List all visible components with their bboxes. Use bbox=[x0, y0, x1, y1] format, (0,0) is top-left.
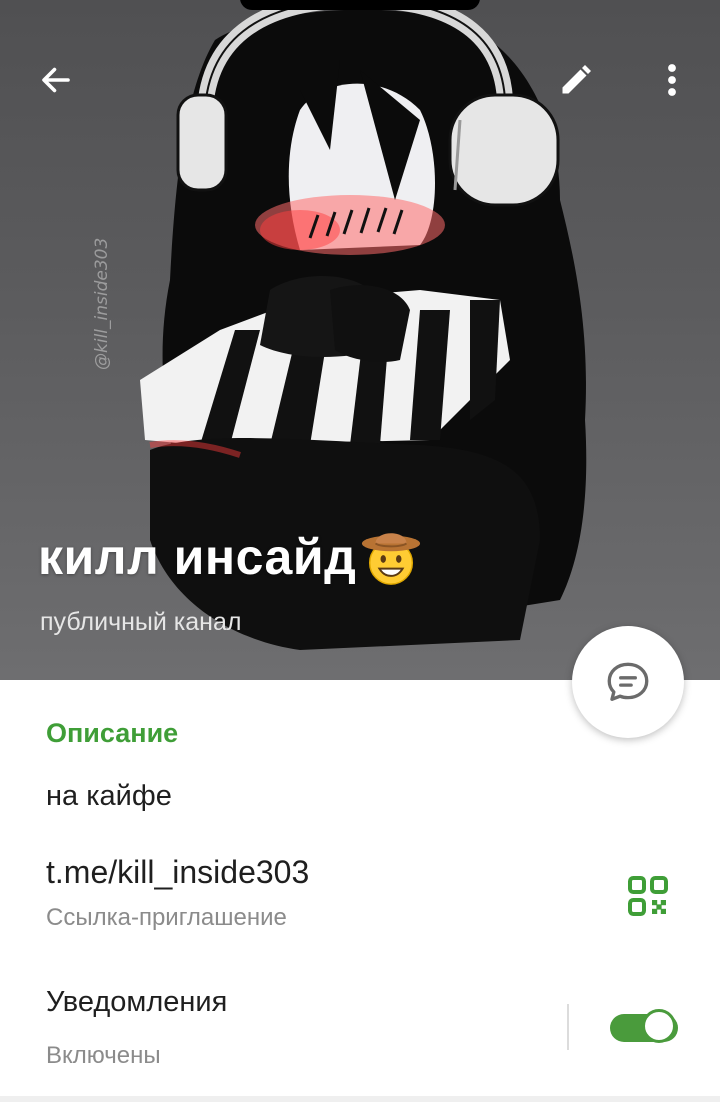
notifications-title: Уведомления bbox=[46, 986, 228, 1018]
notifications-row[interactable]: Уведомления Включены bbox=[0, 982, 720, 1092]
edit-pencil-icon bbox=[562, 65, 591, 94]
qr-code-button[interactable] bbox=[624, 872, 672, 920]
bottom-divider bbox=[0, 1096, 720, 1102]
more-vertical-icon bbox=[668, 64, 676, 96]
channel-cover: @kill_inside303 килл инсайд публичный ка… bbox=[0, 0, 720, 680]
invite-link-row[interactable]: t.me/kill_inside303 Ссылка-приглашение bbox=[0, 848, 720, 948]
cowboy-emoji-icon bbox=[362, 533, 421, 585]
channel-title: килл инсайд bbox=[38, 529, 357, 585]
more-options-button[interactable] bbox=[642, 50, 702, 110]
discussion-button[interactable] bbox=[572, 626, 684, 738]
row-divider bbox=[567, 1004, 569, 1050]
edit-button[interactable] bbox=[546, 50, 606, 110]
channel-title-row: килл инсайд bbox=[38, 526, 422, 588]
toggle-knob bbox=[642, 1009, 676, 1043]
qr-code-icon bbox=[628, 876, 668, 916]
description-heading: Описание bbox=[46, 718, 179, 748]
back-button[interactable] bbox=[26, 50, 86, 110]
message-icon bbox=[607, 662, 649, 701]
channel-type: публичный канал bbox=[40, 608, 242, 636]
notifications-toggle[interactable] bbox=[610, 1008, 678, 1046]
invite-link-caption: Ссылка-приглашение bbox=[46, 904, 287, 931]
invite-link[interactable]: t.me/kill_inside303 bbox=[46, 854, 309, 891]
description-text: на кайфе bbox=[46, 780, 172, 812]
back-arrow-icon bbox=[42, 67, 70, 93]
artwork-watermark: @kill_inside303 bbox=[92, 237, 112, 370]
notifications-status: Включены bbox=[46, 1042, 161, 1069]
camera-notch bbox=[240, 0, 480, 10]
